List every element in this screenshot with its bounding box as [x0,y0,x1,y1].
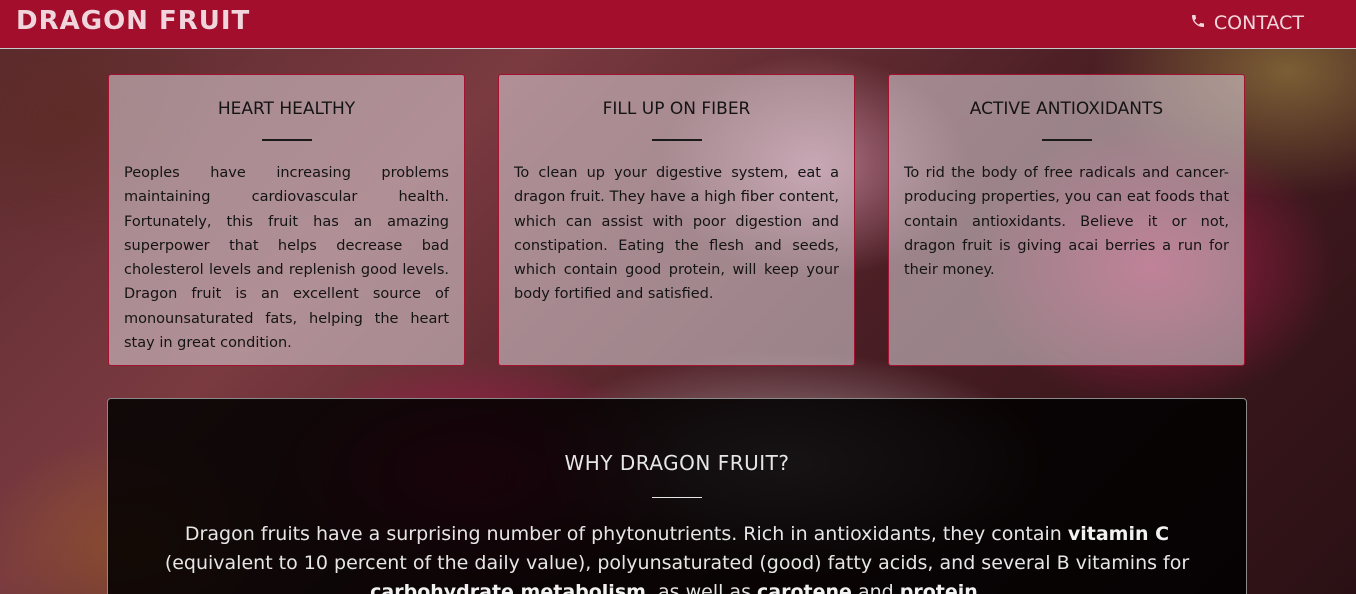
title-divider [1041,139,1092,141]
highlight-vitamin-c: vitamin C [1067,523,1170,545]
top-navbar: DRAGON FRUIT CONTACT [0,0,1356,49]
title-divider [261,139,312,141]
section-body: Dragon fruits have a surprising number o… [162,520,1192,594]
contact-link[interactable]: CONTACT [1190,12,1304,34]
card-title: FILL UP ON FIBER [602,99,751,119]
card-heart-healthy: HEART HEALTHY Peoples have increasing pr… [108,74,465,366]
card-fill-up-on-fiber: FILL UP ON FIBER To clean up your digest… [498,74,855,366]
phone-icon [1190,12,1206,34]
body-text: . [977,581,984,594]
section-title: WHY DRAGON FRUIT? [564,451,790,475]
card-body: Peoples have increasing problems maintai… [124,165,449,352]
title-divider [651,139,702,141]
contact-label: CONTACT [1213,12,1304,34]
card-title: HEART HEALTHY [217,99,356,119]
body-text: and [851,581,900,594]
highlight-carotene: carotene [757,581,852,594]
body-text: , as well as [645,581,758,594]
body-text: (equivalent to 10 percent of the daily v… [164,552,1190,574]
card-active-antioxidants: ACTIVE ANTIOXIDANTS To rid the body of f… [888,74,1245,366]
card-body: To rid the body of free radicals and can… [904,165,1229,279]
body-text: Dragon fruits have a surprising number o… [184,523,1068,545]
why-dragon-fruit-section: WHY DRAGON FRUIT? Dragon fruits have a s… [107,398,1247,594]
highlight-protein: protein [899,581,978,594]
highlight-carbohydrate-metabolism: carbohydrate metabolism [370,581,646,594]
title-divider [652,497,702,498]
card-title: ACTIVE ANTIOXIDANTS [969,99,1164,119]
card-body: To clean up your digestive system, eat a… [514,165,839,303]
brand-logo-text[interactable]: DRAGON FRUIT [16,6,250,36]
